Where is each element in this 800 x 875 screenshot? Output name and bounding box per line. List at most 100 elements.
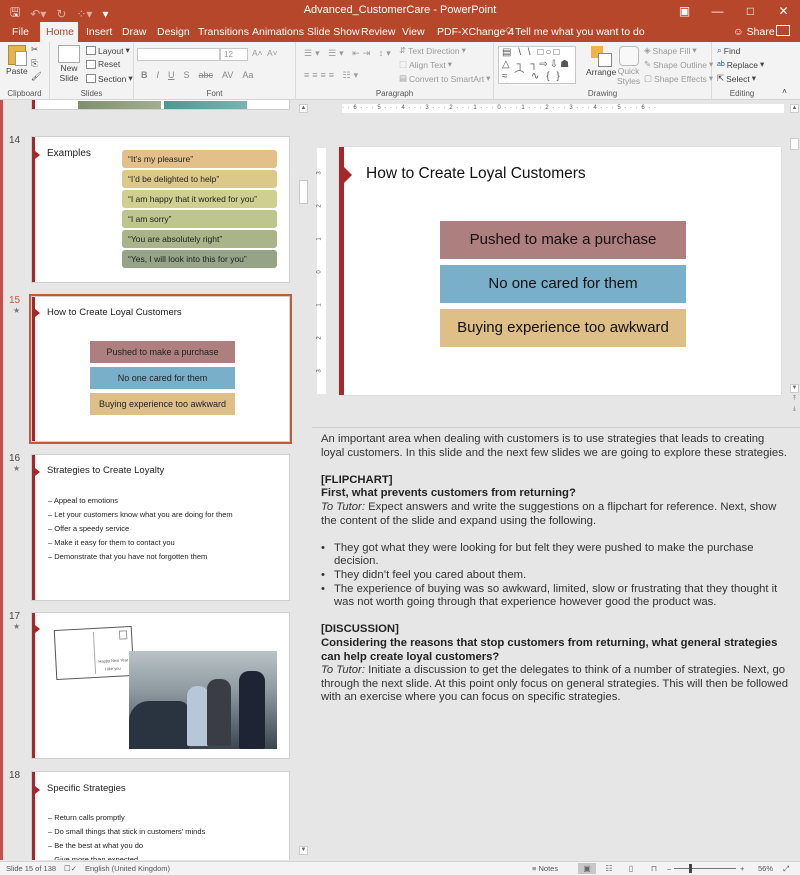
tell-me-text: Tell me what you want to do: [515, 26, 645, 38]
notes-toggle-button[interactable]: ≡ Notes: [532, 864, 558, 873]
slide-show-button[interactable]: ⊓: [645, 863, 663, 874]
tab-design[interactable]: Design: [151, 22, 196, 42]
zoom-level[interactable]: 56%: [758, 864, 773, 873]
zoom-in-button[interactable]: +: [740, 864, 744, 873]
share-button[interactable]: ☺ Share: [733, 22, 775, 42]
strikethrough-button[interactable]: abc: [199, 70, 214, 80]
slide-sorter-button[interactable]: ☷: [600, 863, 618, 874]
previous-slide-button[interactable]: ⤒: [790, 396, 799, 405]
normal-view-button[interactable]: ▣: [578, 863, 596, 874]
reason-box-awkward[interactable]: Buying experience too awkward: [440, 309, 686, 347]
zoom-slider[interactable]: [674, 868, 736, 869]
thumbnail-scrollbar[interactable]: ▲ ▼: [297, 100, 310, 860]
underline-button[interactable]: U: [168, 70, 175, 80]
tab-view[interactable]: View: [396, 22, 431, 42]
scroll-up-button[interactable]: ▲: [299, 104, 308, 113]
shapes-gallery[interactable]: ▤ \ \ □○□ △ ┐ ┐⇨⇩☗ ≈ ⌒ ∿ { } ☆: [498, 46, 576, 84]
tab-review[interactable]: Review: [355, 22, 401, 42]
reading-view-button[interactable]: ▯: [622, 863, 640, 874]
new-slide-icon: [58, 45, 80, 63]
reason-box-pushed[interactable]: Pushed to make a purchase: [440, 221, 686, 259]
convert-smartart-button[interactable]: ▤ Convert to SmartArt ▾: [399, 73, 490, 84]
arrange-button[interactable]: Arrange: [586, 46, 616, 77]
replace-button[interactable]: ab Replace ▾: [717, 59, 764, 70]
maximize-button[interactable]: □: [734, 0, 767, 22]
list-buttons[interactable]: ☰▾ ☰▾ ⇤⇥ ↕▾: [304, 48, 394, 59]
shape-outline-button[interactable]: ✎ Shape Outline ▾: [644, 59, 713, 70]
title-arrow-icon: [35, 786, 40, 794]
tell-me-search[interactable]: 💡︎ Tell me what you want to do: [505, 22, 645, 42]
slide-thumbnail-17[interactable]: Happy New Year I like you: [31, 612, 290, 759]
character-spacing-button[interactable]: AV: [222, 70, 233, 80]
editor-scrollbar[interactable]: ▲ ▼ ⤒ ⤓: [789, 100, 800, 426]
decrease-font-button[interactable]: A˅: [267, 48, 278, 58]
bullet-item: – Let your customers know what you are d…: [48, 510, 233, 519]
cut-button[interactable]: ✂: [31, 44, 38, 55]
slide-title[interactable]: How to Create Loyal Customers: [366, 165, 586, 183]
zoom-slider-thumb[interactable]: [688, 864, 692, 873]
tab-draw[interactable]: Draw: [116, 22, 153, 42]
reset-button[interactable]: Reset: [86, 59, 120, 69]
bullet-item: – Give more than expected: [48, 855, 139, 860]
ribbon-display-options-button[interactable]: ▣: [668, 0, 701, 22]
notes-question-1: First, what prevents customers from retu…: [321, 487, 576, 500]
accent-bar: [339, 147, 344, 395]
scroll-up-button[interactable]: ▲: [790, 104, 799, 113]
section-icon: [86, 74, 96, 83]
slide-canvas[interactable]: How to Create Loyal Customers Pushed to …: [339, 147, 781, 395]
next-slide-button[interactable]: ⤓: [790, 406, 799, 415]
increase-font-button[interactable]: A˄: [252, 48, 263, 58]
fit-to-window-icon[interactable]: ⤢: [783, 864, 789, 874]
shape-fill-button[interactable]: ◈ Shape Fill ▾: [644, 45, 697, 56]
slide-number: 17: [9, 611, 21, 622]
align-text-button[interactable]: ⬚ Align Text ▾: [399, 59, 452, 70]
copy-button[interactable]: ⎘: [31, 58, 38, 69]
close-button[interactable]: ✕: [767, 0, 800, 22]
change-case-button[interactable]: Aa: [242, 70, 253, 80]
example-item: “I’d be delighted to help”: [122, 170, 277, 188]
font-name-dropdown[interactable]: [137, 48, 220, 61]
slide-thumbnail-14[interactable]: Examples “It’s my pleasure” “I’d be deli…: [31, 136, 290, 283]
tab-insert[interactable]: Insert: [80, 22, 118, 42]
notes-discussion-tag: [DISCUSSION]: [321, 623, 399, 636]
scroll-handle[interactable]: [790, 138, 799, 150]
example-item: “I am sorry”: [122, 210, 277, 228]
format-painter-button[interactable]: 🖌︎: [31, 71, 42, 82]
language[interactable]: English (United Kingdom): [85, 864, 170, 873]
text-direction-button[interactable]: ⇵ Text Direction ▾: [399, 45, 466, 56]
scroll-down-button[interactable]: ▼: [299, 846, 308, 855]
align-buttons[interactable]: ≡≡≡≡ ☷▾: [304, 70, 361, 81]
person-shape: [207, 679, 231, 746]
spell-check-icon[interactable]: ☐✓: [64, 864, 77, 873]
thumbnail-box: No one cared for them: [90, 367, 235, 389]
quick-styles-button[interactable]: Quick Styles: [617, 46, 640, 86]
italic-button[interactable]: I: [157, 70, 160, 80]
font-size-dropdown[interactable]: 12: [220, 48, 248, 61]
slide-thumbnail-15[interactable]: How to Create Loyal Customers Pushed to …: [29, 294, 292, 444]
slide-thumbnail-13[interactable]: [31, 100, 290, 110]
bold-button[interactable]: B: [141, 70, 148, 80]
tab-file[interactable]: File: [6, 22, 35, 42]
slide-thumbnail-18[interactable]: Specific Strategies – Return calls promp…: [31, 771, 290, 860]
paste-button[interactable]: Paste: [6, 45, 28, 76]
shape-effects-button[interactable]: ▢ Shape Effects ▾: [644, 73, 713, 84]
layout-button[interactable]: Layout ▾: [86, 45, 130, 56]
thumbnail-shape: [164, 101, 247, 109]
new-slide-button[interactable]: New Slide: [58, 45, 80, 83]
find-button[interactable]: ⌕ Find: [717, 45, 740, 56]
zoom-out-button[interactable]: –: [667, 864, 671, 873]
section-button[interactable]: Section ▾: [86, 73, 133, 84]
select-button[interactable]: ⇱ Select ▾: [717, 73, 756, 84]
slide-thumbnail-16[interactable]: Strategies to Create Loyalty – Appeal to…: [31, 454, 290, 601]
minimize-button[interactable]: —: [701, 0, 734, 22]
comments-icon[interactable]: [776, 25, 790, 36]
scroll-down-button[interactable]: ▼: [790, 384, 799, 393]
tab-home[interactable]: Home: [40, 22, 78, 42]
notes-pane[interactable]: An important area when dealing with cust…: [312, 427, 800, 861]
slide-thumbnail-pane[interactable]: 14 Examples “It’s my pleasure” “I’d be d…: [0, 100, 310, 860]
ribbon-tabs: File Home Insert Draw Design Transitions…: [0, 22, 800, 42]
shadow-button[interactable]: S: [184, 70, 190, 80]
collapse-ribbon-button[interactable]: ˄: [782, 86, 787, 96]
scroll-handle[interactable]: [299, 180, 308, 204]
reason-box-no-care[interactable]: No one cared for them: [440, 265, 686, 303]
